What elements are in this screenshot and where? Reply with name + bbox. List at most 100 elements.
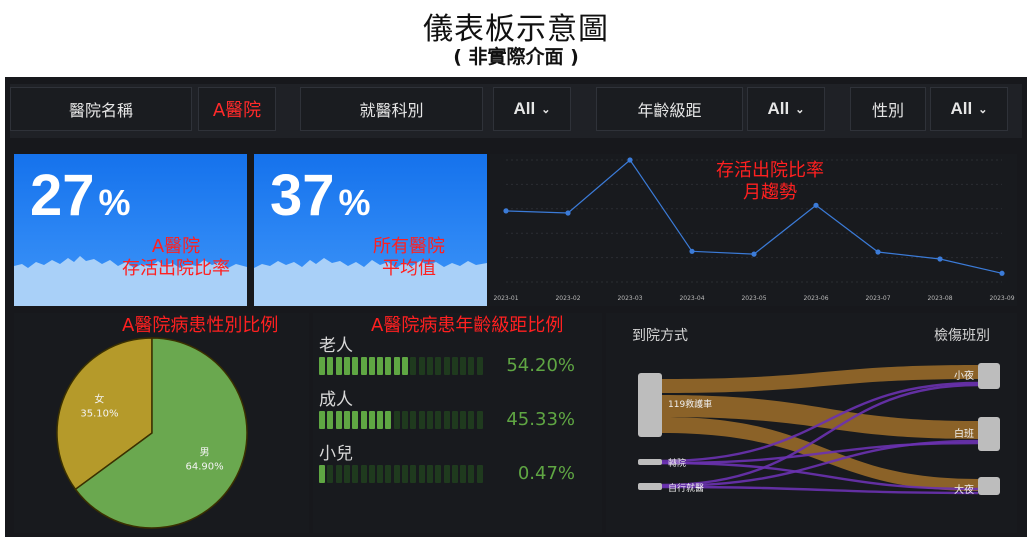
stat-caption-line2: 存活出院比率 bbox=[122, 258, 230, 279]
x-tick-label: 2023-09 bbox=[989, 295, 1014, 302]
trend-chart-panel: 2023-01 2023-02 2023-03 2023-04 2023-05 2023-… bbox=[490, 154, 1017, 306]
bar-cell-empty bbox=[410, 357, 417, 375]
bar-cell-empty bbox=[418, 465, 425, 483]
bar-cell-empty bbox=[377, 465, 384, 483]
gender-filter-label-text: 性別 bbox=[871, 101, 904, 120]
trend-title-line2: 月趨勢 bbox=[743, 182, 797, 203]
gender-select[interactable]: All ⌄ bbox=[930, 87, 1008, 131]
hospital-filter-label: 醫院名稱 bbox=[10, 87, 192, 131]
stat-value-unit: % bbox=[338, 182, 371, 223]
bar-cell-empty bbox=[435, 357, 442, 375]
chevron-down-icon: ⌄ bbox=[795, 103, 805, 116]
trend-title: 存活出院比率 月趨勢 bbox=[690, 160, 850, 204]
stat-value-number: 37 bbox=[270, 163, 335, 228]
bar-cell-filled bbox=[352, 357, 359, 375]
chevron-down-icon: ⌄ bbox=[978, 103, 988, 116]
gender-pie-title: A醫院病患性別比例 bbox=[122, 315, 279, 336]
data-point bbox=[937, 256, 943, 262]
sankey-target-label: 大夜 bbox=[954, 483, 974, 496]
sankey-source-label: 轉院 bbox=[668, 457, 686, 469]
age-bars-title: A醫院病患年齡級距比例 bbox=[371, 315, 564, 336]
bar-cell-empty bbox=[426, 357, 433, 375]
bar-cell-empty bbox=[443, 411, 450, 429]
bar-cell-empty bbox=[385, 465, 392, 483]
age-row-label: 成人 bbox=[319, 390, 353, 410]
age-row-value: 0.47% bbox=[517, 463, 575, 484]
stat-value-unit: % bbox=[98, 182, 131, 223]
dashboard: 醫院名稱 A醫院 就醫科別 All ⌄ 年齡級距 All ⌄ 性別 All ⌄ … bbox=[5, 77, 1027, 537]
dept-select-value: All bbox=[513, 99, 536, 118]
gender-filter-label: 性別 bbox=[850, 87, 926, 131]
stat-card-hospital: 27% A醫院 存活出院比率 bbox=[14, 154, 247, 306]
bar-cell-empty bbox=[476, 465, 483, 483]
pie-label: 女 bbox=[94, 392, 104, 405]
bar-cell-empty bbox=[468, 465, 475, 483]
bar-cell-filled bbox=[335, 411, 342, 429]
bar-cell-empty bbox=[476, 357, 483, 375]
data-point bbox=[751, 251, 757, 257]
pie-value-label: 35.10% bbox=[80, 408, 118, 419]
pie-label: 男 bbox=[200, 447, 210, 459]
data-point bbox=[565, 210, 571, 216]
x-tick-label: 2023-05 bbox=[741, 295, 766, 302]
bar-cell-empty bbox=[343, 465, 350, 483]
bar-cell-filled bbox=[319, 357, 325, 375]
bar-cell-empty bbox=[451, 411, 458, 429]
bar-cell-filled bbox=[352, 411, 359, 429]
bar-cell-empty bbox=[468, 411, 475, 429]
bar-cell-empty bbox=[426, 465, 433, 483]
stat-caption-line2: 平均值 bbox=[382, 258, 436, 279]
bar-cell-empty bbox=[443, 465, 450, 483]
bar-cell-filled bbox=[343, 411, 350, 429]
x-tick-label: 2023-06 bbox=[803, 295, 828, 302]
page-subtitle: ( 非實際介面 ) bbox=[453, 46, 579, 68]
hospital-select-value: A醫院 bbox=[212, 100, 262, 121]
age-filter-label: 年齡級距 bbox=[596, 87, 743, 131]
bar-cell-filled bbox=[327, 357, 334, 375]
bar-cell-filled bbox=[343, 357, 350, 375]
bar-cell-filled bbox=[368, 357, 375, 375]
bar-cell-filled bbox=[368, 411, 375, 429]
bar-cell-empty bbox=[402, 411, 408, 429]
bar-cell-empty bbox=[360, 465, 367, 483]
bar-cell-filled bbox=[377, 411, 384, 429]
stat-value-number: 27 bbox=[30, 163, 95, 228]
bar-cell-empty bbox=[435, 411, 442, 429]
chevron-down-icon: ⌄ bbox=[541, 103, 551, 116]
x-tick-label: 2023-08 bbox=[927, 295, 952, 302]
bar-cell-filled bbox=[385, 411, 392, 429]
sankey-target-label: 小夜 bbox=[954, 369, 974, 382]
gender-pie-panel: 女 35.10% 男 64.90% bbox=[14, 313, 309, 533]
stat-caption-line1: A醫院 bbox=[151, 236, 201, 257]
sankey-node-evening bbox=[978, 363, 1000, 389]
age-select[interactable]: All ⌄ bbox=[747, 87, 825, 131]
age-row-label: 小兒 bbox=[319, 444, 353, 464]
data-point bbox=[875, 249, 881, 255]
bar-cell-filled bbox=[393, 357, 400, 375]
filter-bar: 醫院名稱 A醫院 就醫科別 All ⌄ 年齡級距 All ⌄ 性別 All ⌄ bbox=[10, 84, 1022, 138]
sankey-node-ambulance bbox=[638, 373, 662, 437]
bar-cell-filled bbox=[385, 357, 392, 375]
stat-value: 37% bbox=[270, 162, 371, 229]
age-select-value: All bbox=[767, 99, 790, 118]
bar-cell-filled bbox=[402, 357, 408, 375]
bar-cell-empty bbox=[352, 465, 359, 483]
dept-filter-label-text: 就醫科別 bbox=[359, 101, 424, 120]
bar-cell-empty bbox=[335, 465, 342, 483]
data-point bbox=[503, 208, 509, 214]
sankey-chart: 119救護車轉院自行就醫 小夜白班大夜 bbox=[638, 363, 1000, 496]
stat-value: 27% bbox=[30, 162, 131, 229]
sankey-node-night bbox=[978, 477, 1000, 495]
dept-select[interactable]: All ⌄ bbox=[493, 87, 571, 131]
x-tick-label: 2023-04 bbox=[679, 295, 704, 302]
bar-cell-empty bbox=[393, 411, 400, 429]
stat-card-all-hospitals: 37% 所有醫院 平均值 bbox=[254, 154, 487, 306]
bar-cell-empty bbox=[451, 357, 458, 375]
bar-cell-empty bbox=[418, 411, 425, 429]
data-point bbox=[627, 157, 633, 163]
bar-cell-empty bbox=[460, 411, 467, 429]
bar-cell-filled bbox=[335, 357, 342, 375]
hospital-select[interactable]: A醫院 bbox=[198, 87, 276, 131]
data-point bbox=[689, 248, 695, 254]
gender-pie-chart: 女 35.10% 男 64.90% bbox=[56, 337, 248, 529]
